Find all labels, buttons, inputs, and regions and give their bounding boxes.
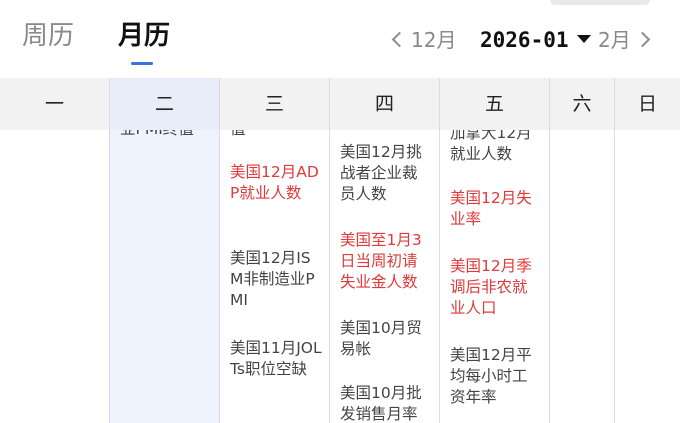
day-cell-tue[interactable]: 业PMI终值	[110, 130, 220, 423]
weekday-sun: 日	[637, 93, 657, 115]
next-month-button[interactable]: 2月	[598, 22, 651, 58]
event-item[interactable]: 美国10月贸易帐	[340, 318, 432, 360]
event-item[interactable]: 美国12月ISM非制造业PMI	[230, 248, 322, 311]
day-cell-wed[interactable]: 值 美国12月ADP就业人数 美国12月ISM非制造业PMI 美国11月JOLT…	[220, 130, 330, 423]
caret-down-icon	[576, 35, 591, 43]
tab-month-calendar[interactable]: 月历	[118, 18, 170, 54]
event-item[interactable]: 加拿大12月就业人数	[450, 130, 542, 165]
weekday-sat: 六	[550, 78, 615, 130]
day-cell-sun[interactable]	[615, 130, 680, 423]
chevron-right-icon	[634, 31, 651, 48]
calendar-header: 周历 月历 12月 2026-01 2月	[0, 0, 680, 78]
weekday-tue: 二	[110, 78, 220, 130]
prev-month-button[interactable]: 12月	[391, 22, 457, 58]
month-picker[interactable]: 2026-01	[480, 22, 591, 58]
event-item[interactable]: 美国11月JOLTs职位空缺	[230, 338, 322, 380]
day-cell-mon[interactable]	[0, 130, 110, 423]
next-month-label: 2月	[598, 28, 631, 52]
top-handle	[550, 0, 650, 5]
weekday-header: 一 二 三 四 五 六 日	[0, 78, 680, 130]
event-item[interactable]: 业PMI终值	[120, 130, 212, 140]
weekday-mon: 一	[0, 78, 110, 130]
prev-month-label: 12月	[411, 28, 457, 52]
event-item[interactable]: 美国10月批发销售月率	[340, 383, 432, 423]
event-item-important[interactable]: 美国12月ADP就业人数	[230, 162, 322, 204]
event-item-important[interactable]: 美国至1月3日当周初请失业金人数	[340, 230, 432, 293]
tab-week-calendar[interactable]: 周历	[22, 18, 74, 54]
day-cell-thu[interactable]: 美国12月挑战者企业裁员人数 美国至1月3日当周初请失业金人数 美国10月贸易帐…	[330, 130, 440, 423]
weekday-fri: 五	[440, 78, 550, 130]
event-item-important[interactable]: 美国12月季调后非农就业人口	[450, 256, 542, 319]
current-month-label: 2026-01	[480, 28, 569, 52]
day-cell-sat[interactable]	[550, 130, 615, 423]
weekday-thu: 四	[330, 78, 440, 130]
month-grid: 业PMI终值 值 美国12月ADP就业人数 美国12月ISM非制造业PMI 美国…	[0, 130, 680, 423]
chevron-left-icon	[391, 31, 408, 48]
active-tab-indicator	[131, 62, 153, 65]
event-item[interactable]: 美国12月平均每小时工资年率	[450, 345, 542, 408]
event-item-important[interactable]: 美国12月失业率	[450, 188, 542, 230]
day-cell-fri[interactable]: 加拿大12月就业人数 美国12月失业率 美国12月季调后非农就业人口 美国12月…	[440, 130, 550, 423]
weekday-wed: 三	[220, 78, 330, 130]
event-item[interactable]: 美国12月挑战者企业裁员人数	[340, 142, 432, 205]
event-item[interactable]: 值	[230, 130, 322, 140]
